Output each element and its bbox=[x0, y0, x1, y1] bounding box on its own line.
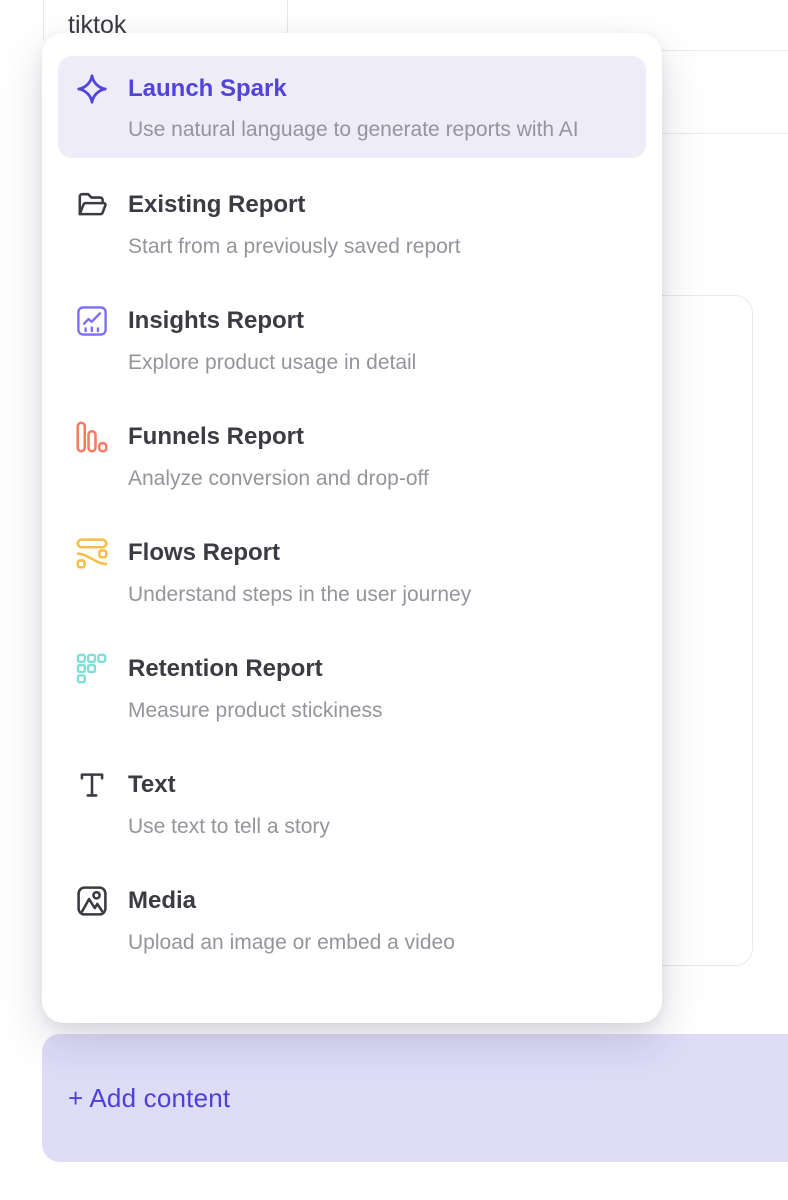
menu-item-title: Existing Report bbox=[128, 190, 461, 220]
menu-item-title: Flows Report bbox=[128, 538, 471, 568]
funnel-bars-icon bbox=[75, 420, 109, 454]
insights-chart-icon bbox=[75, 304, 109, 338]
menu-item-text[interactable]: Text Use text to tell a story bbox=[58, 770, 646, 840]
text-icon bbox=[75, 768, 109, 802]
menu-item-title: Media bbox=[128, 886, 455, 916]
menu-item-title: Launch Spark bbox=[128, 74, 579, 104]
table-column-divider bbox=[287, 0, 288, 34]
media-image-icon bbox=[75, 884, 109, 918]
menu-item-subtitle: Explore product usage in detail bbox=[128, 349, 416, 376]
add-content-button[interactable]: + Add content bbox=[42, 1034, 788, 1162]
menu-item-flows-report[interactable]: Flows Report Understand steps in the use… bbox=[58, 538, 646, 608]
menu-item-subtitle: Use natural language to generate reports… bbox=[128, 114, 579, 146]
flows-icon bbox=[75, 536, 109, 570]
menu-item-existing-report[interactable]: Existing Report Start from a previously … bbox=[58, 190, 646, 260]
retention-grid-icon bbox=[75, 652, 109, 686]
menu-item-title: Insights Report bbox=[128, 306, 416, 336]
menu-item-title: Funnels Report bbox=[128, 422, 429, 452]
menu-item-subtitle: Use text to tell a story bbox=[128, 813, 330, 840]
menu-item-media[interactable]: Media Upload an image or embed a video bbox=[58, 886, 646, 956]
page: tiktok + Add content Launch Spark Use na… bbox=[0, 0, 788, 1200]
menu-item-title: Text bbox=[128, 770, 330, 800]
menu-item-subtitle: Start from a previously saved report bbox=[128, 233, 461, 260]
table-column-divider bbox=[43, 0, 44, 40]
menu-item-insights-report[interactable]: Insights Report Explore product usage in… bbox=[58, 306, 646, 376]
add-content-label: + Add content bbox=[68, 1083, 230, 1114]
spark-icon bbox=[75, 72, 109, 106]
menu-item-subtitle: Understand steps in the user journey bbox=[128, 581, 471, 608]
menu-item-subtitle: Analyze conversion and drop-off bbox=[128, 465, 429, 492]
add-content-menu: Launch Spark Use natural language to gen… bbox=[42, 33, 662, 1023]
folder-open-icon bbox=[75, 188, 109, 222]
menu-item-retention-report[interactable]: Retention Report Measure product stickin… bbox=[58, 654, 646, 724]
menu-item-title: Retention Report bbox=[128, 654, 382, 684]
menu-item-funnels-report[interactable]: Funnels Report Analyze conversion and dr… bbox=[58, 422, 646, 492]
menu-item-launch-spark[interactable]: Launch Spark Use natural language to gen… bbox=[58, 56, 646, 158]
menu-item-subtitle: Upload an image or embed a video bbox=[128, 929, 455, 956]
menu-item-subtitle: Measure product stickiness bbox=[128, 697, 382, 724]
